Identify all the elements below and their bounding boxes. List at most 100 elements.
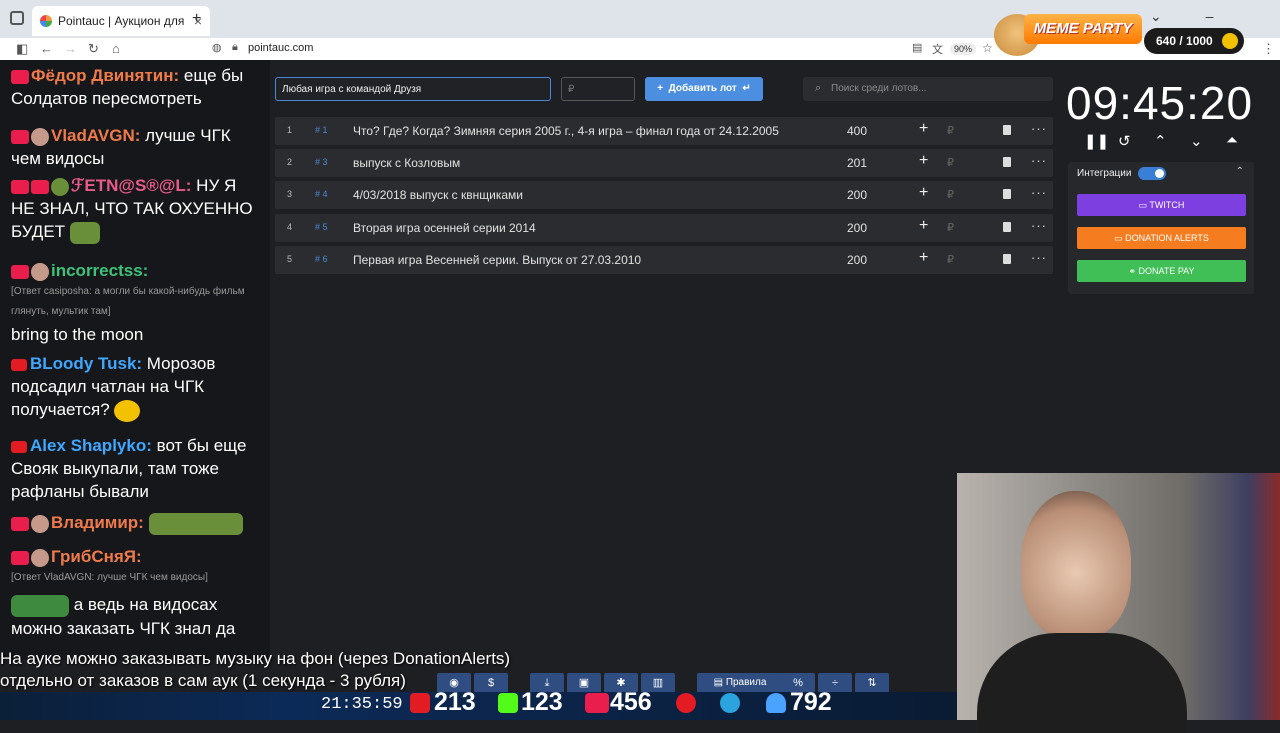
reload-icon[interactable]: ↻ [88, 41, 99, 57]
rules-icon: ▤ [713, 677, 726, 688]
more-icon[interactable]: ··· [1031, 153, 1047, 168]
chat-message: BLoody Tusk: Морозов подсадил чатлан на … [11, 352, 263, 422]
lot-name[interactable]: Первая игра Весенней серии. Выпуск от 27… [353, 253, 641, 267]
chevron-down-icon[interactable]: ⌄ [1190, 132, 1203, 150]
zoom-level[interactable]: 90% [950, 43, 977, 55]
rules-button[interactable]: ▤ Правила [697, 673, 783, 693]
donation-alerts-button[interactable]: ▭ DONATION ALERTS [1077, 227, 1246, 249]
reader-icon[interactable]: ▤ [912, 41, 922, 54]
tab-list-icon[interactable] [10, 11, 24, 25]
lot-id[interactable]: # 4 [315, 189, 328, 199]
trash-icon[interactable] [1003, 254, 1011, 264]
coins-value: 640 / 1000 [1156, 34, 1213, 48]
chat-nick: ℱETN@S®@L: [71, 176, 192, 195]
overlay-line-1: На ауке можно заказывать музыку на фон (… [0, 649, 511, 668]
back-icon[interactable]: ← [40, 41, 53, 56]
chat-nick: Alex Shaplyko: [30, 436, 152, 455]
lot-amount: 200 [847, 188, 868, 202]
donate-pay-button[interactable]: ⚭ DONATE PAY [1077, 260, 1246, 282]
more-icon[interactable]: ··· [1031, 218, 1047, 233]
chat-message: ГрибСняЯ: [11, 545, 263, 568]
chat-text: bring to the moon [11, 325, 144, 344]
plus-icon[interactable]: + [919, 217, 928, 235]
avatar [31, 514, 49, 533]
forward-icon[interactable]: → [64, 41, 77, 56]
browser-tab[interactable]: Pointauc | Аукцион для стриме × [32, 6, 210, 36]
plus-icon[interactable]: + [919, 184, 928, 202]
more-icon[interactable]: ··· [1031, 250, 1047, 265]
save-icon[interactable]: ▣ [567, 673, 601, 693]
twitch-icon: ▭ [1138, 200, 1150, 210]
sidebar-icon[interactable]: ◧ [16, 41, 28, 57]
dollar-icon[interactable]: $ [474, 673, 508, 693]
reset-icon[interactable]: ↺ [1118, 132, 1131, 150]
youtube-play-icon [676, 693, 696, 713]
lot-name[interactable]: Что? Где? Когда? Зимняя серия 2005 г., 4… [353, 124, 779, 138]
youtube-badge-icon [11, 440, 27, 453]
address-bar[interactable]: pointauc.com [248, 42, 313, 54]
lot-name-input[interactable] [275, 77, 551, 101]
live-badge-icon [11, 129, 29, 144]
sort-icon[interactable]: ⇅ [855, 673, 889, 693]
chat-message: bring to the moon [11, 323, 263, 346]
pause-icon[interactable]: ❚❚ [1084, 132, 1109, 150]
more-icon[interactable]: ··· [1031, 121, 1047, 136]
lot-id[interactable]: # 1 [315, 125, 328, 135]
integrations-panel: Интеграции ⌃ ▭ TWITCH ▭ DONATION ALERTS … [1068, 162, 1254, 294]
lot-row[interactable]: 1 # 1 Что? Где? Когда? Зимняя серия 2005… [275, 117, 1053, 145]
shield-icon[interactable]: ◍ [212, 41, 222, 54]
new-tab-button[interactable]: + [192, 10, 201, 28]
trash-icon[interactable] [1003, 189, 1011, 199]
live-badge-icon [11, 550, 29, 565]
trash-icon[interactable] [1003, 157, 1011, 167]
lot-id[interactable]: # 5 [315, 222, 328, 232]
translate-icon[interactable]: 文 [932, 41, 943, 57]
meme-party-title: MEME PARTY [1024, 14, 1142, 44]
ruble-input[interactable]: ₽ [947, 188, 954, 201]
lot-row[interactable]: 5 # 6 Первая игра Весенней серии. Выпуск… [275, 246, 1053, 274]
plus-icon[interactable]: + [919, 249, 928, 267]
plus-icon[interactable]: + [919, 120, 928, 138]
ruble-input[interactable]: ₽ [947, 253, 954, 266]
ruble-input[interactable]: ₽ [947, 124, 954, 137]
ruble-input[interactable]: ₽ [947, 221, 954, 234]
donation-alerts-icon: ▭ [1114, 233, 1126, 243]
chevron-up-icon[interactable]: ⌃ [1154, 132, 1167, 150]
chevron-up-icon[interactable]: ⌃ [1236, 166, 1244, 177]
live-badge-icon [11, 264, 29, 279]
emote-icon [69, 221, 100, 244]
more-icon[interactable]: ··· [1031, 185, 1047, 200]
home-icon[interactable]: ⌂ [112, 41, 120, 56]
lot-name[interactable]: выпуск с Козловым [353, 156, 460, 170]
add-lot-button[interactable]: + Добавить лот ↵ [645, 77, 763, 101]
lot-search-input[interactable]: ⌕ Поиск среди лотов... [803, 77, 1053, 101]
tab-title: Pointauc | Аукцион для стриме [58, 14, 188, 28]
lot-id[interactable]: # 3 [315, 157, 328, 167]
lot-amount-input[interactable] [561, 77, 635, 101]
lot-amount: 200 [847, 221, 868, 235]
auction-timer: 09:45:20 [1066, 77, 1254, 129]
lot-row[interactable]: 4 # 5 Вторая игра осенней серии 2014 200… [275, 214, 1053, 242]
avatar [51, 177, 69, 196]
donate-pay-label: DONATE PAY [1138, 266, 1195, 276]
kick-viewers: 123 [521, 688, 563, 716]
plus-icon[interactable]: + [919, 152, 928, 170]
avatar [31, 262, 49, 281]
double-chevron-up-icon[interactable]: ⏶ [1226, 132, 1238, 149]
menu-icon[interactable]: ⋮ [1262, 41, 1275, 57]
twitch-button[interactable]: ▭ TWITCH [1077, 194, 1246, 216]
chat-nick: VladAVGN: [51, 126, 141, 145]
stream-overlay-text: На ауке можно заказывать музыку на фон (… [0, 648, 510, 692]
lot-name[interactable]: 4/03/2018 выпуск с квнщиками [353, 188, 523, 202]
integrations-toggle[interactable] [1138, 167, 1166, 180]
ruble-input[interactable]: ₽ [947, 156, 954, 169]
youtube-icon [410, 693, 430, 713]
lot-row[interactable]: 2 # 3 выпуск с Козловым 201 + ₽ ··· [275, 149, 1053, 177]
trash-icon[interactable] [1003, 125, 1011, 135]
lot-row[interactable]: 3 # 4 4/03/2018 выпуск с квнщиками 200 +… [275, 181, 1053, 209]
lot-id[interactable]: # 6 [315, 254, 328, 264]
trash-icon[interactable] [1003, 222, 1011, 232]
search-icon: ⌕ [815, 82, 822, 94]
bookmark-star-icon[interactable]: ☆ [982, 41, 993, 55]
lot-name[interactable]: Вторая игра осенней серии 2014 [353, 221, 536, 235]
